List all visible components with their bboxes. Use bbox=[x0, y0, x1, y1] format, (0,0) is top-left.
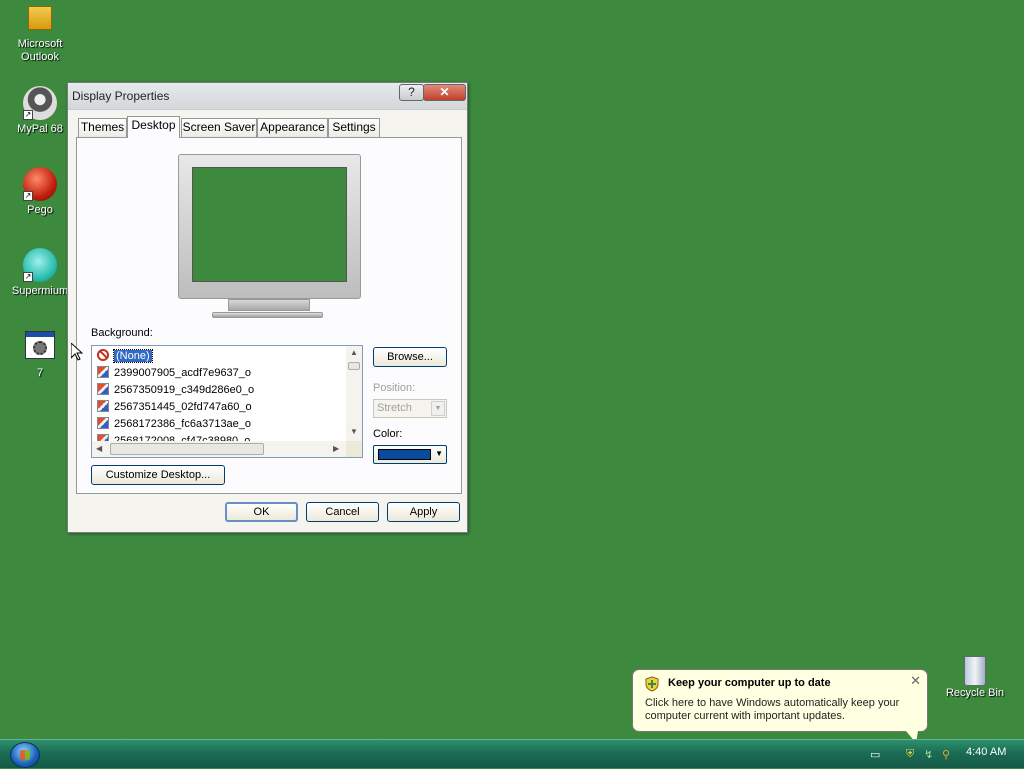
scroll-left-icon[interactable]: ◀ bbox=[96, 444, 102, 453]
desktop-icon-label: Recycle Bin bbox=[945, 687, 1005, 699]
color-label: Color: bbox=[373, 428, 403, 440]
list-item-label: 2399007905_acdf7e9637_o bbox=[114, 367, 252, 379]
raccoon-icon: ↗ bbox=[23, 86, 57, 120]
background-label: Background: bbox=[91, 327, 153, 339]
desktop-icon-recycle-bin[interactable]: Recycle Bin bbox=[935, 656, 1015, 700]
shortcut-arrow-icon: ↗ bbox=[23, 272, 33, 282]
scroll-down-icon[interactable]: ▼ bbox=[350, 427, 358, 436]
start-button[interactable] bbox=[10, 742, 40, 768]
list-item-label: 2568172386_fc6a3713ae_o bbox=[114, 418, 252, 430]
mouse-cursor-icon bbox=[71, 343, 83, 361]
pego-icon: ↗ bbox=[23, 167, 57, 201]
network-icon[interactable]: ↯ bbox=[924, 748, 938, 762]
browse-button[interactable]: Browse... bbox=[373, 347, 447, 367]
customize-desktop-button[interactable]: Customize Desktop... bbox=[91, 465, 225, 485]
shield-icon bbox=[645, 676, 659, 692]
vertical-scroll-thumb[interactable] bbox=[348, 362, 360, 370]
recycle-bin-icon bbox=[964, 656, 986, 686]
keyboard-icon[interactable]: ▭ bbox=[870, 748, 884, 762]
picture-file-icon bbox=[97, 383, 109, 395]
horizontal-scrollbar[interactable]: ◀ ▶ bbox=[92, 441, 347, 457]
list-item[interactable]: (None) bbox=[97, 348, 153, 364]
list-item[interactable]: 2568172386_fc6a3713ae_o bbox=[97, 416, 251, 432]
tab-appearance[interactable]: Appearance bbox=[257, 118, 328, 137]
outlook-icon bbox=[28, 6, 52, 30]
taskbar-clock[interactable]: 4:40 AM bbox=[966, 746, 1006, 758]
taskbar: ▭ ⛨ ↯ ⚲ 4:40 AM bbox=[0, 739, 1024, 768]
position-label: Position: bbox=[373, 382, 416, 394]
picture-file-icon bbox=[97, 417, 109, 429]
background-listbox[interactable]: (None) 2399007905_acdf7e9637_o 256735091… bbox=[91, 345, 363, 458]
supermium-icon: ↗ bbox=[23, 248, 57, 282]
tab-screen-saver[interactable]: Screen Saver bbox=[181, 118, 257, 137]
picture-file-icon bbox=[97, 400, 109, 412]
desktop-tab-panel: Background: (None) 2399007905_acdf7e9637… bbox=[76, 137, 462, 494]
help-icon: ? bbox=[408, 85, 415, 99]
apply-button[interactable]: Apply bbox=[387, 502, 460, 522]
monitor-preview bbox=[178, 154, 361, 299]
vertical-scrollbar[interactable]: ▲ ▼ bbox=[346, 346, 362, 442]
scroll-right-icon[interactable]: ▶ bbox=[333, 444, 339, 453]
ok-button[interactable]: OK bbox=[225, 502, 298, 522]
tab-themes[interactable]: Themes bbox=[78, 118, 127, 137]
position-select-value: Stretch bbox=[377, 402, 412, 414]
list-item[interactable]: 2567350919_c349d286e0_o bbox=[97, 382, 254, 398]
list-item-label: (None) bbox=[113, 349, 153, 363]
shortcut-arrow-icon: ↗ bbox=[23, 110, 33, 120]
monitor-stand bbox=[228, 299, 310, 311]
tab-desktop[interactable]: Desktop bbox=[127, 116, 180, 138]
help-button[interactable]: ? bbox=[399, 84, 424, 101]
monitor-foot bbox=[212, 312, 323, 318]
desktop-icon-outlook[interactable]: Microsoft Outlook bbox=[0, 4, 80, 64]
scrollbar-corner bbox=[346, 441, 362, 457]
windows-logo-icon bbox=[20, 750, 30, 760]
close-button[interactable]: ✕ bbox=[423, 84, 466, 101]
security-shield-icon[interactable]: ⛨ bbox=[906, 748, 920, 762]
list-item[interactable]: 2567351445_02fd747a60_o bbox=[97, 399, 252, 415]
position-select: Stretch ▼ bbox=[373, 399, 447, 418]
shortcut-arrow-icon: ↗ bbox=[23, 191, 33, 201]
monitor-preview-screen bbox=[192, 167, 347, 282]
balloon-text: Click here to have Windows automatically… bbox=[645, 697, 900, 722]
color-swatch bbox=[378, 449, 431, 460]
window-title: Display Properties bbox=[72, 89, 170, 103]
color-picker-button[interactable]: ▼ bbox=[373, 445, 447, 464]
list-item[interactable]: 2399007905_acdf7e9637_o bbox=[97, 365, 251, 381]
list-item-label: 2567350919_c349d286e0_o bbox=[114, 384, 255, 396]
horizontal-scroll-thumb[interactable] bbox=[110, 443, 264, 455]
desktop-icon-label: Microsoft Outlook bbox=[17, 38, 63, 63]
tab-settings[interactable]: Settings bbox=[328, 118, 380, 137]
balloon-title: Keep your computer up to date bbox=[668, 677, 831, 689]
cancel-button[interactable]: Cancel bbox=[306, 502, 379, 522]
none-icon bbox=[97, 349, 109, 361]
close-icon: ✕ bbox=[439, 85, 450, 99]
application-window-icon bbox=[25, 331, 55, 359]
title-bar[interactable]: Display Properties ? ✕ bbox=[68, 83, 467, 110]
scroll-up-icon[interactable]: ▲ bbox=[350, 348, 358, 357]
chevron-down-icon: ▼ bbox=[431, 401, 445, 416]
search-icon[interactable]: ⚲ bbox=[942, 748, 956, 762]
picture-file-icon bbox=[97, 366, 109, 378]
update-notification-balloon[interactable]: Keep your computer up to date Click here… bbox=[632, 669, 928, 732]
close-icon[interactable]: ✕ bbox=[910, 673, 921, 689]
list-item-label: 2567351445_02fd747a60_o bbox=[114, 401, 252, 413]
display-properties-window: Display Properties ? ✕ Themes Desktop Sc… bbox=[67, 82, 468, 533]
chevron-down-icon: ▼ bbox=[435, 449, 443, 458]
